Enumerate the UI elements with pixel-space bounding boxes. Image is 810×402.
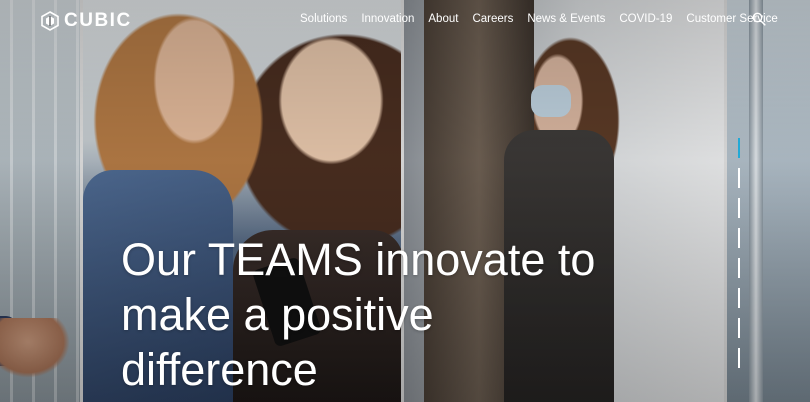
slide-dot-3[interactable] (738, 198, 740, 218)
hero-line-2: make a positive (121, 289, 434, 340)
cubic-logo-icon (41, 11, 59, 31)
logo-text: CUBIC (64, 10, 132, 31)
nav-about[interactable]: About (428, 13, 458, 25)
hero-line-1: Our TEAMS innovate to (121, 234, 596, 285)
nav-covid-19[interactable]: COVID-19 (619, 13, 672, 25)
site-header: CUBIC Solutions Innovation About Careers… (0, 0, 810, 40)
slide-dot-5[interactable] (738, 258, 740, 278)
search-icon[interactable] (752, 12, 766, 26)
slide-dot-2[interactable] (738, 168, 740, 188)
cubic-logo[interactable]: CUBIC (40, 10, 132, 32)
slide-dot-4[interactable] (738, 228, 740, 248)
nav-news-events[interactable]: News & Events (527, 13, 605, 25)
hero-headline: Our TEAMS innovate to make a positive di… (121, 232, 681, 397)
slide-indicator (738, 138, 742, 378)
hero-line-3: difference (121, 344, 318, 395)
slide-dot-8[interactable] (738, 348, 740, 368)
main-nav: Solutions Innovation About Careers News … (300, 13, 792, 25)
nav-innovation[interactable]: Innovation (361, 13, 414, 25)
slide-dot-1[interactable] (738, 138, 740, 158)
nav-careers[interactable]: Careers (472, 13, 513, 25)
nav-solutions[interactable]: Solutions (300, 13, 347, 25)
slide-dot-7[interactable] (738, 318, 740, 338)
slide-dot-6[interactable] (738, 288, 740, 308)
